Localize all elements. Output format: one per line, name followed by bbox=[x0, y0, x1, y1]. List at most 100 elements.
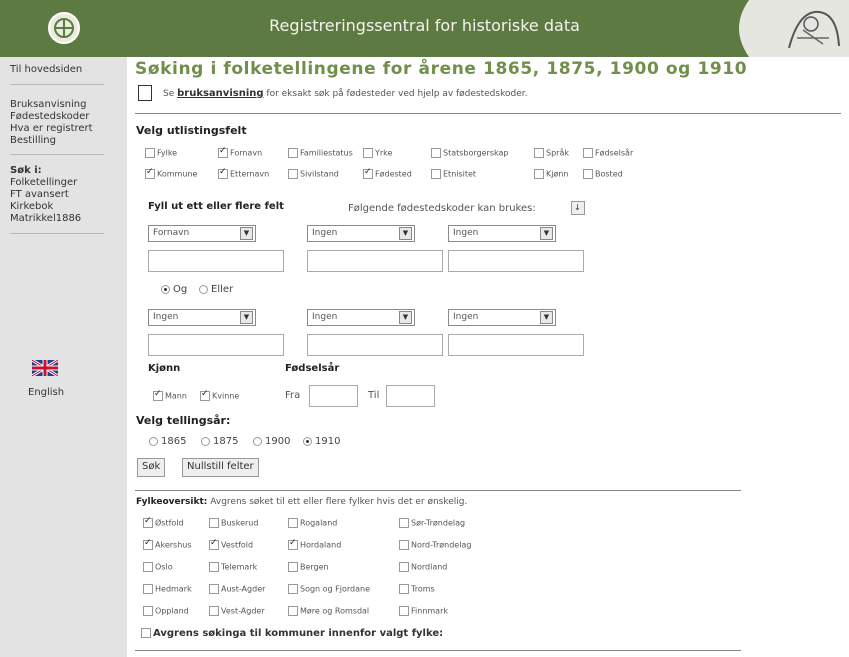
county-checkbox[interactable]: Sogn og Fjordane bbox=[288, 584, 370, 595]
checkbox-box[interactable] bbox=[431, 169, 441, 179]
checkbox-box[interactable] bbox=[153, 389, 163, 401]
restrict-checkbox[interactable]: Avgrens søkinga til kommuner innenfor va… bbox=[141, 628, 443, 639]
county-checkbox[interactable]: Finnmark bbox=[399, 606, 448, 617]
listing-checkbox[interactable]: Fornavn bbox=[218, 146, 262, 159]
field-select[interactable]: Ingen ▼ bbox=[307, 225, 415, 242]
listing-checkbox[interactable]: Fødested bbox=[363, 167, 412, 180]
county-checkbox[interactable]: Hordaland bbox=[288, 538, 341, 551]
checkbox-box[interactable] bbox=[288, 606, 298, 616]
county-checkbox[interactable]: Vestfold bbox=[209, 538, 253, 551]
listing-checkbox[interactable]: Bosted bbox=[583, 169, 623, 180]
checkbox-box[interactable] bbox=[288, 148, 298, 158]
checkbox-box[interactable] bbox=[399, 584, 409, 594]
field-select[interactable]: Ingen ▼ bbox=[448, 309, 556, 326]
checkbox-box[interactable] bbox=[363, 167, 373, 179]
field-input[interactable] bbox=[448, 334, 584, 356]
checkbox-box[interactable] bbox=[399, 518, 409, 528]
census-year-radio[interactable]: 1900 bbox=[253, 436, 290, 447]
county-checkbox[interactable]: Oslo bbox=[143, 562, 173, 573]
county-checkbox[interactable]: Rogaland bbox=[288, 518, 337, 529]
field-select[interactable]: Ingen ▼ bbox=[307, 309, 415, 326]
field-select[interactable]: Fornavn ▼ bbox=[148, 225, 256, 242]
sidebar-item-english[interactable]: English bbox=[28, 387, 64, 399]
census-year-radio[interactable]: 1910 bbox=[303, 436, 340, 447]
county-checkbox[interactable]: Hedmark bbox=[143, 584, 192, 595]
checkbox-box[interactable] bbox=[288, 169, 298, 179]
checkbox-box[interactable] bbox=[143, 606, 153, 616]
listing-checkbox[interactable]: Kjønn bbox=[534, 169, 569, 180]
reset-button[interactable]: Nullstill felter bbox=[182, 458, 259, 477]
county-checkbox[interactable]: Møre og Romsdal bbox=[288, 606, 369, 617]
checkbox-box[interactable] bbox=[218, 146, 228, 158]
checkbox-box[interactable] bbox=[399, 540, 409, 550]
county-checkbox[interactable]: Oppland bbox=[143, 606, 189, 617]
county-checkbox[interactable]: Sør-Trøndelag bbox=[399, 518, 465, 529]
sidebar-item-censuses[interactable]: Folketellinger bbox=[10, 177, 77, 189]
checkbox-box[interactable] bbox=[143, 538, 153, 550]
checkbox-box[interactable] bbox=[288, 518, 298, 528]
field-select[interactable]: Ingen ▼ bbox=[148, 309, 256, 326]
checkbox-box[interactable] bbox=[431, 148, 441, 158]
county-checkbox[interactable]: Vest-Agder bbox=[209, 606, 265, 617]
checkbox-box[interactable] bbox=[288, 562, 298, 572]
listing-checkbox[interactable]: Språk bbox=[534, 148, 569, 159]
listing-checkbox[interactable]: Fylke bbox=[145, 148, 177, 159]
listing-checkbox[interactable]: Familiestatus bbox=[288, 148, 353, 159]
sidebar-item-manual[interactable]: Bruksanvisning bbox=[10, 99, 86, 111]
checkbox-box[interactable] bbox=[145, 167, 155, 179]
sidebar-item-church-book[interactable]: Kirkebok bbox=[10, 201, 53, 213]
radio-dot[interactable] bbox=[149, 436, 158, 446]
checkbox-box[interactable] bbox=[209, 584, 219, 594]
gender-male-checkbox[interactable]: Mann bbox=[153, 389, 187, 402]
gender-female-checkbox[interactable]: Kvinne bbox=[200, 389, 239, 402]
listing-checkbox[interactable]: Yrke bbox=[363, 148, 392, 159]
checkbox-box[interactable] bbox=[399, 562, 409, 572]
listing-checkbox[interactable]: Statsborgerskap bbox=[431, 148, 508, 159]
checkbox-box[interactable] bbox=[209, 538, 219, 550]
checkbox-box[interactable] bbox=[209, 518, 219, 528]
sidebar-item-birthplace-codes[interactable]: Fødestedskoder bbox=[10, 111, 89, 123]
listing-checkbox[interactable]: Fødselsår bbox=[583, 148, 633, 159]
or-radio[interactable]: Eller bbox=[199, 284, 233, 295]
uk-flag-icon[interactable] bbox=[32, 360, 58, 376]
checkbox-box[interactable] bbox=[288, 538, 298, 550]
field-input[interactable] bbox=[148, 250, 284, 272]
field-select[interactable]: Ingen ▼ bbox=[448, 225, 556, 242]
sidebar-item-advanced[interactable]: FT avansert bbox=[10, 189, 69, 201]
field-input[interactable] bbox=[307, 250, 443, 272]
county-checkbox[interactable]: Nord-Trøndelag bbox=[399, 540, 471, 551]
checkbox-box[interactable] bbox=[209, 606, 219, 616]
codes-info-icon[interactable]: ↓ bbox=[571, 201, 585, 215]
listing-checkbox[interactable]: Etternavn bbox=[218, 167, 269, 180]
county-checkbox[interactable]: Troms bbox=[399, 584, 435, 595]
checkbox-box[interactable] bbox=[209, 562, 219, 572]
checkbox-box[interactable] bbox=[141, 628, 151, 638]
radio-dot[interactable] bbox=[201, 436, 210, 446]
birthyear-to-input[interactable] bbox=[386, 385, 435, 407]
county-checkbox[interactable]: Akershus bbox=[143, 538, 192, 551]
checkbox-box[interactable] bbox=[200, 389, 210, 401]
checkbox-box[interactable] bbox=[583, 148, 593, 158]
county-checkbox[interactable]: Østfold bbox=[143, 516, 184, 529]
sidebar-item-order[interactable]: Bestilling bbox=[10, 135, 56, 147]
listing-checkbox[interactable]: Etnisitet bbox=[431, 169, 476, 180]
sidebar-item-registered[interactable]: Hva er registrert bbox=[10, 123, 93, 135]
census-year-radio[interactable]: 1865 bbox=[149, 436, 186, 447]
checkbox-box[interactable] bbox=[363, 148, 373, 158]
checkbox-box[interactable] bbox=[288, 584, 298, 594]
radio-dot[interactable] bbox=[161, 284, 170, 294]
checkbox-box[interactable] bbox=[534, 148, 544, 158]
checkbox-box[interactable] bbox=[145, 148, 155, 158]
and-radio[interactable]: Og bbox=[161, 284, 187, 295]
checkbox-box[interactable] bbox=[143, 562, 153, 572]
sidebar-item-home[interactable]: Til hovedsiden bbox=[10, 64, 82, 76]
listing-checkbox[interactable]: Kommune bbox=[145, 167, 197, 180]
checkbox-box[interactable] bbox=[218, 167, 228, 179]
county-checkbox[interactable]: Bergen bbox=[288, 562, 329, 573]
field-input[interactable] bbox=[148, 334, 284, 356]
county-checkbox[interactable]: Buskerud bbox=[209, 518, 258, 529]
search-button[interactable]: Søk bbox=[137, 458, 166, 477]
checkbox-box[interactable] bbox=[399, 606, 409, 616]
census-year-radio[interactable]: 1875 bbox=[201, 436, 238, 447]
county-checkbox[interactable]: Nordland bbox=[399, 562, 447, 573]
